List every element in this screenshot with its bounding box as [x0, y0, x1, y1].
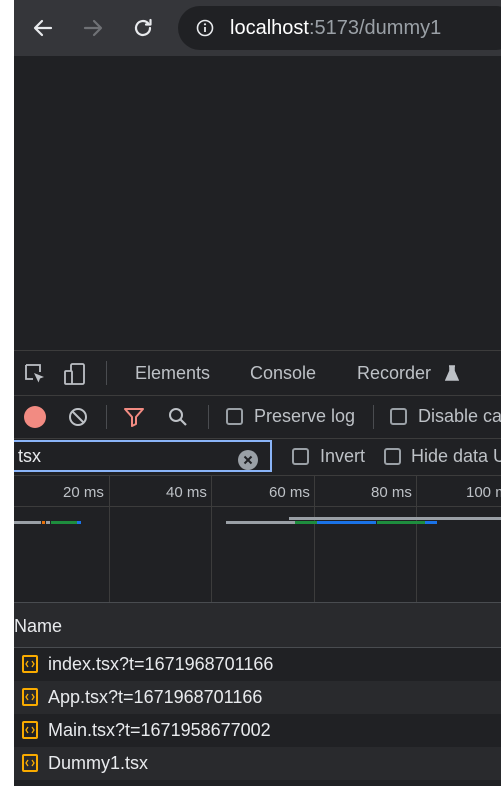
timeline-gridline: [211, 476, 212, 602]
forward-arrow-icon: [83, 19, 103, 37]
reload-button[interactable]: [128, 12, 158, 44]
invert-label: Invert: [320, 446, 366, 466]
column-header-name[interactable]: Name: [14, 616, 62, 637]
timeline-gridline: [109, 476, 110, 602]
disable-cache-label: Disable ca: [418, 406, 501, 426]
clear-filter-icon[interactable]: [238, 450, 258, 470]
request-name: App.tsx?t=1671968701166: [48, 687, 263, 707]
close-icon: [243, 455, 253, 465]
inspect-element-icon[interactable]: [22, 361, 48, 387]
timeline-tick-label: 20 ms: [63, 484, 104, 501]
filter-funnel-icon[interactable]: [122, 405, 146, 429]
reload-icon: [134, 18, 152, 37]
url-text: localhost:5173/dummy1: [230, 17, 441, 40]
timeline-gridline: [416, 476, 417, 602]
url-host: localhost: [230, 17, 309, 39]
clear-log-icon[interactable]: [66, 405, 90, 429]
request-name: Main.tsx?t=1671958677002: [48, 720, 271, 740]
tab-recorder-label: Recorder: [357, 363, 432, 383]
request-bar-content: [77, 521, 81, 524]
request-name: index.tsx?t=1671968701166: [48, 654, 274, 674]
timeline-tick-label: 40 ms: [166, 484, 207, 501]
search-icon[interactable]: [166, 405, 190, 429]
request-name: Dummy1.tsx: [48, 753, 149, 773]
tab-console[interactable]: Console: [250, 363, 316, 384]
forward-button[interactable]: [78, 12, 108, 44]
script-file-icon: [22, 655, 38, 673]
address-bar[interactable]: localhost:5173/dummy1: [178, 6, 501, 50]
timeline-tick-label: 80 ms: [371, 484, 412, 501]
flask-icon: [445, 365, 459, 381]
timeline-gridline: [314, 476, 315, 602]
preserve-log-label: Preserve log: [254, 406, 356, 426]
tab-recorder[interactable]: Recorder: [357, 363, 459, 384]
toolbar-divider: [208, 405, 209, 429]
filter-bar: tsx Invert Hide data U: [14, 439, 501, 476]
filter-input[interactable]: tsx: [14, 440, 272, 472]
request-bar-content: [317, 521, 376, 524]
disable-cache-checkbox[interactable]: [390, 408, 407, 425]
table-row[interactable]: index.tsx?t=1671968701166: [14, 648, 501, 681]
script-file-icon: [22, 721, 38, 739]
url-path: :5173/dummy1: [308, 17, 442, 39]
back-button[interactable]: [28, 12, 58, 44]
tab-elements[interactable]: Elements: [135, 363, 210, 384]
record-button[interactable]: [24, 406, 46, 428]
info-icon[interactable]: [196, 19, 214, 37]
request-bar-queue: [42, 521, 45, 524]
page-viewport: [14, 56, 501, 350]
timeline-tick-label: 100 m: [466, 484, 501, 501]
browser-window: localhost:5173/dummy1 Elements Console R…: [14, 0, 501, 786]
preserve-log-checkbox[interactable]: [226, 408, 243, 425]
request-bar-waiting: [289, 517, 501, 520]
request-bar-content: [425, 521, 437, 524]
toolbar-divider: [373, 405, 374, 429]
toolbar-divider: [106, 405, 107, 429]
network-toolbar: Preserve log Disable ca: [14, 396, 501, 439]
request-bar-download: [377, 521, 425, 524]
invert-checkbox[interactable]: [292, 448, 309, 465]
table-row[interactable]: Main.tsx?t=1671958677002: [14, 714, 501, 747]
table-row[interactable]: App.tsx?t=1671968701166: [14, 681, 501, 714]
hide-data-urls-label: Hide data U: [411, 446, 501, 466]
device-toolbar-icon[interactable]: [62, 361, 88, 387]
hide-data-urls-checkbox[interactable]: [384, 448, 401, 465]
request-bar-download: [51, 521, 77, 524]
network-overview-timeline[interactable]: 20 ms 40 ms 60 ms 80 ms 100 m: [14, 476, 501, 603]
request-bar-waiting: [46, 521, 50, 524]
browser-toolbar: localhost:5173/dummy1: [14, 0, 501, 56]
request-bar-waiting: [14, 521, 41, 524]
request-bar-download: [295, 521, 317, 524]
toolbar-divider: [106, 361, 107, 385]
filter-input-value: tsx: [18, 446, 42, 466]
requests-table-header: Name: [14, 603, 501, 648]
back-arrow-icon: [33, 19, 53, 37]
script-file-icon: [22, 754, 38, 772]
timeline-tick-label: 60 ms: [269, 484, 310, 501]
script-file-icon: [22, 688, 38, 706]
table-row[interactable]: Dummy1.tsx: [14, 747, 501, 780]
request-bar-waiting: [226, 521, 306, 524]
devtools-panel: Elements Console Recorder Preserve log D…: [14, 350, 501, 786]
devtools-tabbar: Elements Console Recorder: [14, 351, 501, 396]
